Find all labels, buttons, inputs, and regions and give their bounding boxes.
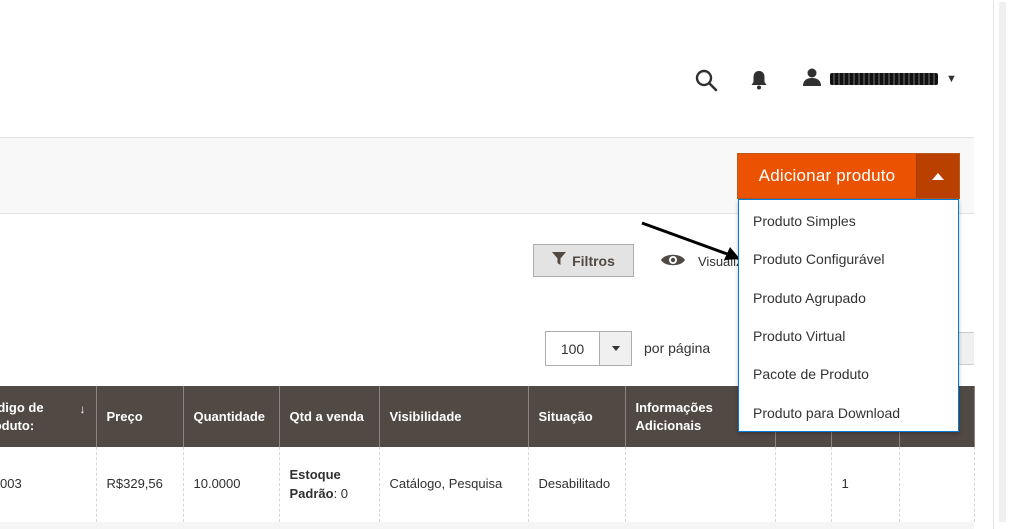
cell-price: R$329,56 [96,447,184,522]
per-page-select[interactable]: 100 [545,331,632,366]
filters-label: Filtros [572,252,615,269]
menu-item-simple-product[interactable]: Produto Simples [739,202,958,240]
grid-bottom-strip [0,522,974,529]
per-page-label: por página [644,340,711,356]
scrollbar-thumb[interactable] [999,2,1006,522]
add-product-label[interactable]: Adicionar produto [738,154,916,198]
chevron-down-icon[interactable]: ▼ [946,73,957,85]
search-icon[interactable] [692,66,720,94]
cell-10 [899,447,975,522]
cell-8 [775,447,832,522]
cell-qty: 10.0000 [183,447,280,522]
column-header-status[interactable]: Situação [528,386,626,447]
menu-item-virtual-product[interactable]: Produto Virtual [739,317,958,355]
table-row[interactable]: 003 R$329,56 10.0000 Estoque Padrão: 0 C… [0,447,975,522]
cell-9: 1 [831,447,900,522]
column-header-quantity[interactable]: Quantidade [183,386,280,447]
user-name: admin [830,73,938,85]
column-header-visibility[interactable]: Visibilidade [379,386,529,447]
cell-additional-info [625,447,776,522]
column-header-salable-qty[interactable]: Qtd a venda [279,386,380,447]
menu-item-downloadable-product[interactable]: Produto para Download [739,393,958,431]
annotation-arrow [641,221,740,260]
cell-visibility: Catálogo, Pesquisa [379,447,529,522]
menu-item-grouped-product[interactable]: Produto Agrupado [739,279,958,317]
add-product-menu: Produto Simples Produto Configurável Pro… [738,199,959,432]
bell-icon[interactable] [747,68,771,92]
sort-arrow-icon: ↓ [79,401,86,416]
column-label: Código de Produto: [0,399,44,433]
filter-icon [552,252,567,269]
column-header-sku[interactable]: ↓ Código de Produto: [0,386,97,447]
menu-item-bundle-product[interactable]: Pacote de Produto [739,355,958,393]
cell-sku: 003 [0,447,97,522]
per-page-toggle[interactable] [599,332,631,365]
vertical-scrollbar[interactable] [993,0,1010,529]
filters-button[interactable]: Filtros [533,244,634,277]
user-menu[interactable]: admin ▼ [802,66,962,92]
add-product-button[interactable]: Adicionar produto [737,153,960,199]
per-page-value: 100 [560,340,585,357]
cell-salable-qty: Estoque Padrão: 0 [279,447,380,522]
chevron-down-icon [611,346,620,351]
stock-source-value: : 0 [333,485,349,501]
menu-item-configurable-product[interactable]: Produto Configurável [739,240,958,278]
chevron-up-icon [932,172,944,180]
add-product-toggle[interactable] [916,154,959,198]
cell-status: Desabilitado [528,447,626,522]
user-icon [802,67,822,92]
column-header-price[interactable]: Preço [96,386,184,447]
